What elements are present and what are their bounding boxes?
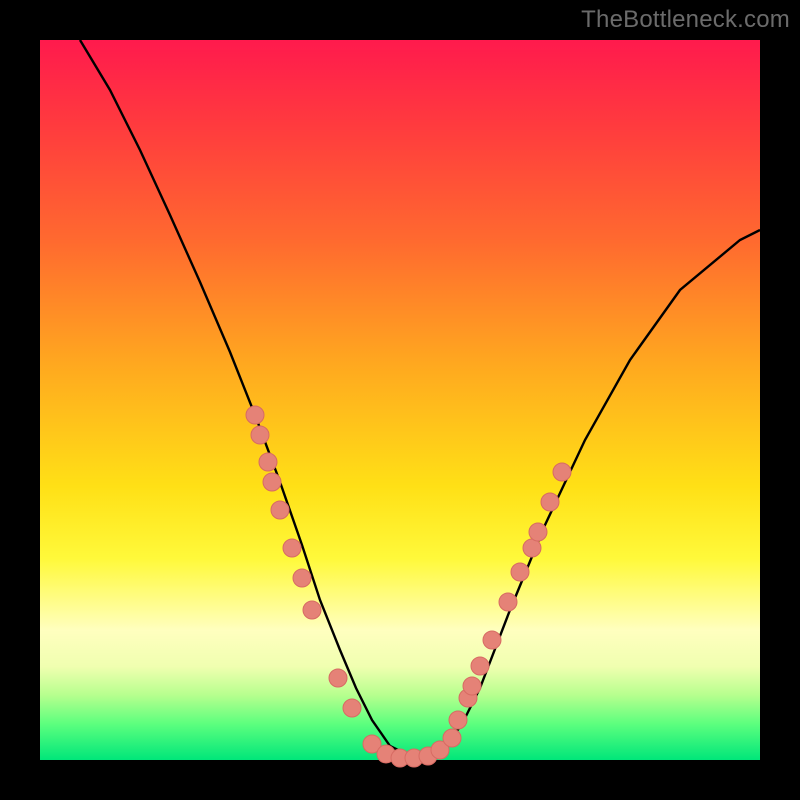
chart-frame: TheBottleneck.com xyxy=(0,0,800,800)
data-point-right-cluster xyxy=(523,539,541,557)
data-point-right-cluster xyxy=(449,711,467,729)
data-point-right-cluster xyxy=(499,593,517,611)
data-point-right-cluster xyxy=(529,523,547,541)
data-point-right-cluster xyxy=(553,463,571,481)
data-point-right-cluster xyxy=(541,493,559,511)
data-point-valley-cluster xyxy=(443,729,461,747)
data-point-left-cluster xyxy=(343,699,361,717)
data-markers xyxy=(246,406,571,767)
data-point-left-cluster xyxy=(263,473,281,491)
data-point-left-cluster xyxy=(293,569,311,587)
watermark-text: TheBottleneck.com xyxy=(581,6,790,34)
data-point-right-cluster xyxy=(483,631,501,649)
data-point-left-cluster xyxy=(283,539,301,557)
data-point-left-cluster xyxy=(246,406,264,424)
data-point-left-cluster xyxy=(303,601,321,619)
data-point-left-cluster xyxy=(251,426,269,444)
data-point-right-cluster xyxy=(471,657,489,675)
chart-svg xyxy=(40,40,760,760)
data-point-left-cluster xyxy=(259,453,277,471)
data-point-right-cluster xyxy=(463,677,481,695)
data-point-left-cluster xyxy=(271,501,289,519)
data-point-right-cluster xyxy=(511,563,529,581)
bottleneck-curve xyxy=(80,40,760,756)
data-point-left-cluster xyxy=(329,669,347,687)
